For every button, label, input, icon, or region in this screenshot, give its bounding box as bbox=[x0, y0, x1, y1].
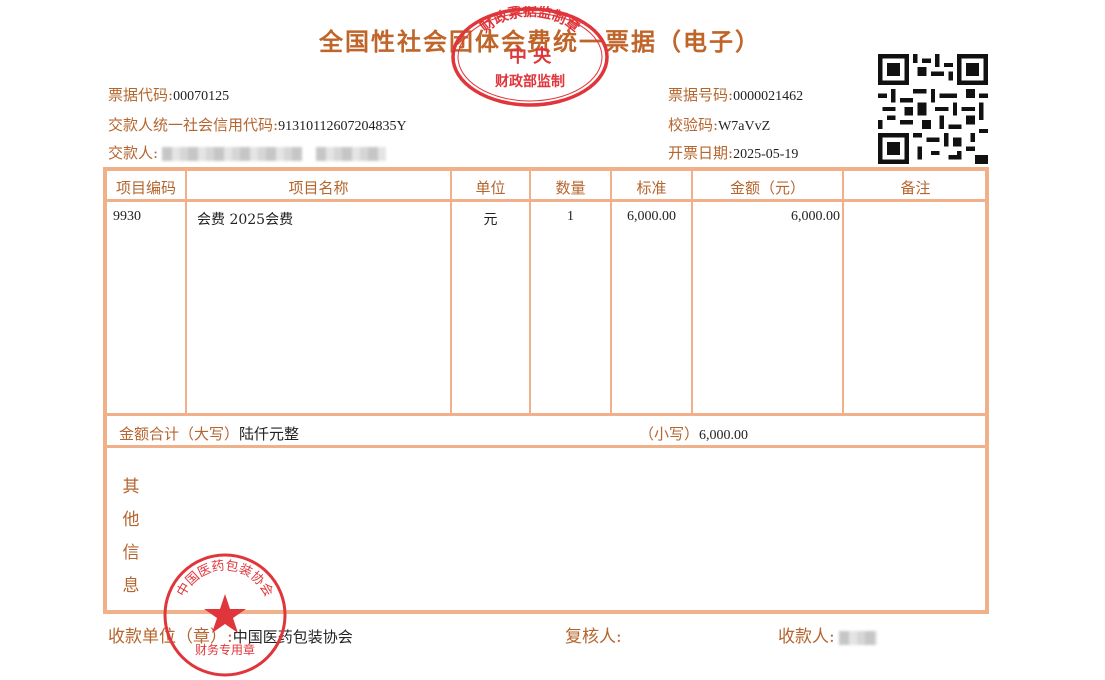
total-upper-label: 金额合计（大写） bbox=[119, 425, 240, 443]
check-code-value: W7aVvZ bbox=[718, 119, 771, 134]
bill-code-row: 票据代码:00070125 bbox=[108, 84, 229, 105]
payer-label: 交款人: bbox=[108, 144, 159, 162]
payee-label: 收款人: bbox=[778, 627, 835, 647]
seal-center-text: 中 央 bbox=[509, 45, 552, 67]
total-divider-top bbox=[107, 413, 985, 416]
finance-seal-bottom: 财务专用章 bbox=[195, 642, 255, 657]
issue-date-label: 开票日期: bbox=[668, 144, 734, 162]
payer-credit-row: 交款人统一社会信用代码:91310112607204835Y bbox=[108, 114, 407, 135]
col-divider bbox=[691, 171, 693, 415]
header-divider bbox=[107, 199, 985, 202]
qr-code bbox=[878, 54, 988, 164]
payer-redacted-2 bbox=[316, 146, 387, 161]
reviewer-label: 复核人: bbox=[565, 627, 622, 647]
bill-code-value: 00070125 bbox=[173, 89, 230, 104]
payer-row: 交款人: bbox=[108, 142, 387, 163]
seal-ring-text: 财政票据监制章 bbox=[476, 6, 582, 37]
payer-credit-value: 91310112607204835Y bbox=[278, 119, 407, 134]
col-divider bbox=[529, 171, 531, 415]
issue-date-row: 开票日期:2025-05-19 bbox=[668, 142, 798, 163]
seal-bottom-text: 财政部监制 bbox=[494, 73, 565, 90]
row-amount: 6,000.00 bbox=[791, 209, 840, 224]
total-lower: （小写）6,000.00 bbox=[639, 423, 748, 444]
check-code-label: 校验码: bbox=[668, 116, 719, 134]
header-amount: 金额（元） bbox=[729, 179, 805, 197]
bill-no-value: 0000021462 bbox=[733, 89, 804, 104]
svg-text:财政票据监制章: 财政票据监制章 bbox=[476, 6, 582, 37]
row-quantity: 1 bbox=[567, 209, 574, 224]
finance-seal: 中国医药包装协会 财务专用章 bbox=[163, 553, 287, 677]
header-item-code: 项目编码 bbox=[115, 179, 176, 197]
header-quantity: 数量 bbox=[555, 179, 586, 197]
header-unit: 单位 bbox=[475, 179, 506, 197]
fee-table: 项目编码 项目名称 单位 数量 标准 金额（元） 备注 9930 会费 2025… bbox=[103, 167, 989, 614]
col-divider bbox=[610, 171, 612, 415]
supervision-seal: 财政票据监制章 中 央 财政部监制 bbox=[451, 6, 609, 107]
star-icon bbox=[204, 594, 246, 633]
other-info-label: 其他信息 bbox=[122, 477, 140, 596]
bill-code-label: 票据代码: bbox=[108, 86, 174, 104]
payee-row: 收款人: bbox=[778, 622, 877, 647]
col-divider bbox=[842, 171, 844, 415]
total-lower-label: （小写） bbox=[639, 425, 700, 443]
bill-no-row: 票据号码:0000021462 bbox=[668, 84, 803, 105]
row-standard: 6,000.00 bbox=[627, 209, 676, 224]
issue-date-value: 2025-05-19 bbox=[733, 147, 799, 162]
bill-no-label: 票据号码: bbox=[668, 86, 734, 104]
header-item-name: 项目名称 bbox=[288, 179, 349, 197]
total-upper-value: 陆仟元整 bbox=[239, 425, 300, 443]
col-divider bbox=[450, 171, 452, 415]
total-divider-bottom bbox=[107, 445, 985, 448]
payee-redacted bbox=[838, 630, 877, 645]
total-lower-value: 6,000.00 bbox=[699, 428, 749, 443]
payer-credit-label: 交款人统一社会信用代码: bbox=[108, 116, 279, 134]
check-code-row: 校验码:W7aVvZ bbox=[668, 114, 770, 135]
header-note: 备注 bbox=[900, 179, 931, 197]
row-name: 会费 2025会费 bbox=[197, 212, 294, 228]
col-divider bbox=[185, 171, 187, 415]
row-code: 9930 bbox=[113, 209, 141, 224]
header-standard: 标准 bbox=[636, 179, 667, 197]
total-row: 金额合计（大写）陆仟元整 bbox=[119, 423, 299, 444]
payer-redacted bbox=[162, 146, 303, 161]
row-unit: 元 bbox=[483, 212, 498, 228]
